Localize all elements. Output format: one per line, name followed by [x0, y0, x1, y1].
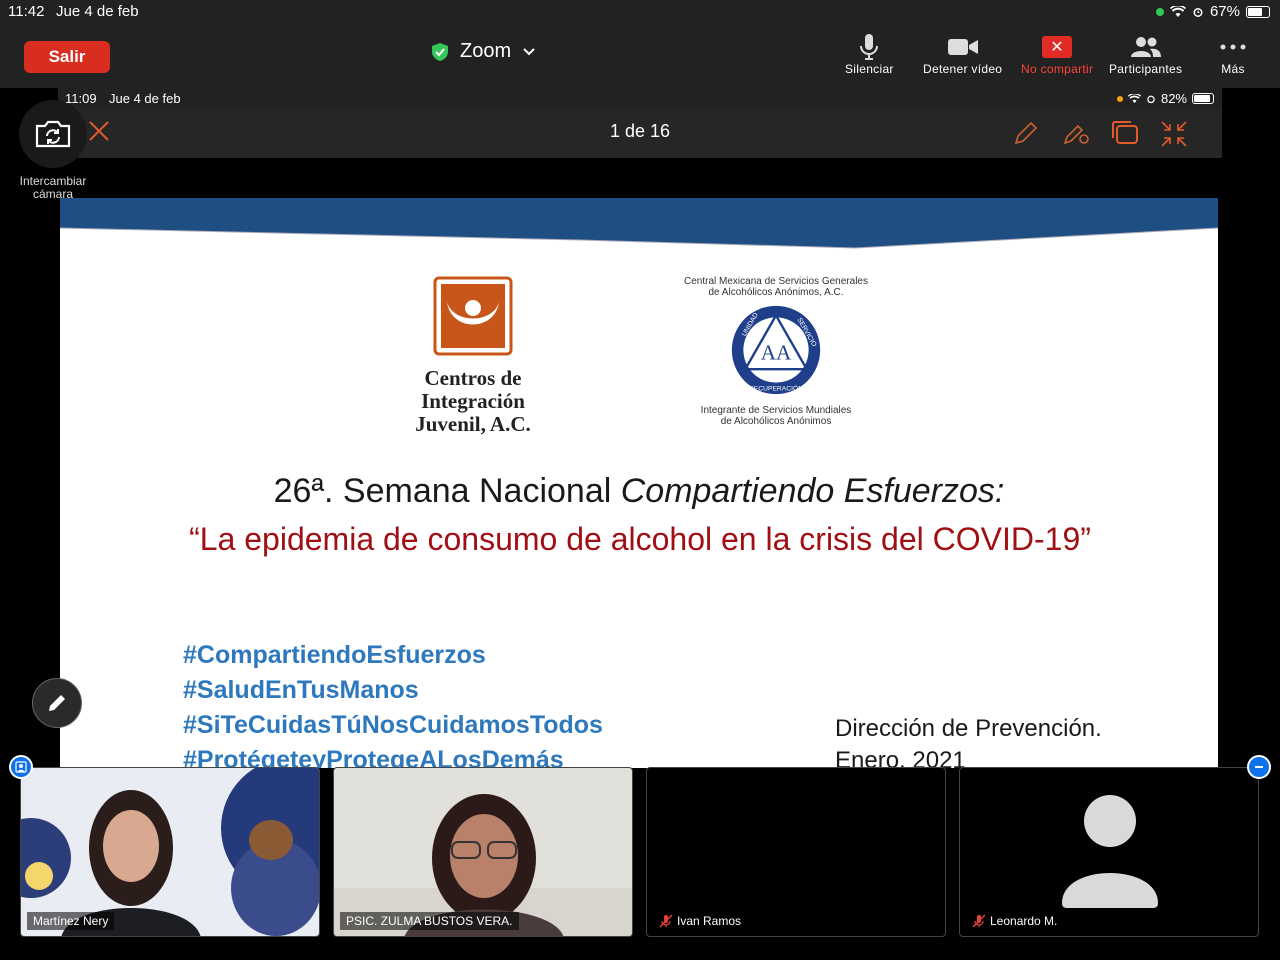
participant-name: Leonardo M.	[990, 914, 1058, 928]
shared-status-date: Jue 4 de feb	[109, 91, 181, 106]
page-indicator: 1 de 16	[609, 121, 671, 141]
battery-percent: 67%	[1209, 3, 1240, 20]
slide-credits: Dirección de Prevención. Enero, 2021	[835, 713, 1102, 768]
pin-video-button[interactable]	[9, 755, 33, 779]
alarm-icon	[1193, 7, 1203, 17]
participant-name: PSIC. ZULMA BUSTOS VERA.	[340, 912, 519, 930]
status-time: 11:42	[8, 3, 45, 20]
more-button[interactable]: Más	[1220, 32, 1246, 76]
shared-status-right: 82%	[1116, 91, 1214, 106]
shared-slide: Centros de Integración Juvenil, A.C. Cen…	[60, 198, 1218, 768]
stop-video-label: Detener vídeo	[923, 62, 1003, 76]
chevron-down-icon	[523, 47, 535, 55]
status-date: Jue 4 de feb	[56, 3, 139, 20]
alarm-icon	[1147, 95, 1155, 103]
stop-share-button[interactable]: ✕ No compartir	[1021, 32, 1093, 76]
participant-name: Martínez Nery	[27, 912, 115, 930]
stop-share-icon: ✕	[1042, 36, 1073, 58]
aa-emblem-icon: AA UNIDAD SERVICIO RECUPERACIÓN	[731, 305, 821, 395]
svg-text:AA: AA	[761, 341, 792, 365]
aa-bottom-line-1: Integrante de Servicios Mundiales	[700, 405, 852, 416]
microphone-icon	[860, 34, 879, 60]
hashtag-item: #CompartiendoEsfuerzos	[183, 641, 486, 669]
aa-ring-recovery: RECUPERACIÓN	[749, 383, 803, 392]
hashtag-item: #SiTeCuidasTúNosCuidamosTodos	[183, 711, 603, 739]
pencil-icon	[49, 695, 65, 711]
video-camera-icon	[947, 39, 978, 55]
camera-in-use-indicator	[1155, 7, 1164, 16]
cij-emblem-icon	[433, 276, 513, 356]
stop-video-button[interactable]: Detener vídeo	[923, 32, 1002, 76]
minimize-icon[interactable]	[1160, 120, 1188, 148]
annotate-button[interactable]	[32, 678, 82, 728]
participants-button[interactable]: Participantes	[1109, 32, 1182, 76]
collapse-gallery-button[interactable]	[1247, 755, 1271, 779]
aa-top-line-2: de Alcohólicos Anónimos, A.C.	[708, 287, 844, 298]
participant-tile[interactable]: Leonardo M.	[959, 767, 1259, 937]
camera-switch-icon	[35, 120, 71, 148]
meeting-title-dropdown[interactable]: Zoom	[432, 40, 535, 63]
muted-mic-icon	[972, 914, 986, 928]
aa-top-line-1: Central Mexicana de Servicios Generales	[684, 276, 868, 287]
status-bar: 11:42 Jue 4 de feb 67%	[0, 0, 1280, 24]
participant-tile[interactable]: Martínez Nery	[20, 767, 320, 937]
status-right: 67%	[1155, 3, 1270, 20]
cij-name-line-3: Juvenil, A.C.	[415, 412, 531, 436]
share-window-icon[interactable]	[1111, 120, 1139, 146]
participant-name: Ivan Ramos	[677, 914, 742, 928]
participants-label: Participantes	[1109, 62, 1183, 76]
mute-button[interactable]: Silenciar	[845, 32, 894, 76]
person-icon	[15, 761, 27, 773]
hashtag-list: #CompartiendoEsfuerzos #SaludEnTusManos …	[183, 638, 603, 768]
battery-icon	[1192, 93, 1214, 104]
aa-bottom-line-2: de Alcohólicos Anónimos	[720, 416, 832, 427]
cij-name-line-1: Centros de	[424, 366, 522, 390]
wifi-icon	[1127, 93, 1141, 103]
shared-battery-percent: 82%	[1160, 91, 1187, 106]
avatar	[1062, 795, 1158, 908]
hashtag-item: #SaludEnTusManos	[183, 676, 419, 704]
cij-name-line-2: Integración	[421, 389, 525, 413]
hashtag-item: #ProtégeteyProtegeALosDemás	[183, 746, 564, 768]
shield-icon	[432, 42, 448, 61]
credits-line-2: Enero, 2021	[835, 747, 966, 768]
credits-line-1: Dirección de Prevención.	[835, 715, 1102, 742]
cij-logo: Centros de Integración Juvenil, A.C.	[408, 276, 538, 436]
battery-icon	[1246, 5, 1270, 18]
participant-tile[interactable]: Ivan Ramos	[646, 767, 946, 937]
stop-share-label: No compartir	[1021, 62, 1094, 76]
muted-mic-icon	[659, 914, 673, 928]
meeting-toolbar: Salir Zoom Silenciar Detener vídeo ✕ No …	[0, 24, 1280, 88]
slide-header-band	[60, 198, 1218, 249]
participant-tile[interactable]: PSIC. ZULMA BUSTOS VERA.	[333, 767, 633, 937]
aa-logo: Central Mexicana de Servicios Generales …	[668, 276, 884, 427]
switch-camera-button[interactable]	[19, 100, 87, 168]
slide-title-italic: Compartiendo Esfuerzos:	[620, 472, 1005, 510]
minus-icon	[1255, 766, 1263, 768]
mic-in-use-indicator	[1116, 95, 1123, 102]
participant-name-bar: Ivan Ramos	[653, 912, 748, 930]
meeting-title: Zoom	[460, 40, 512, 62]
leave-button[interactable]: Salir	[24, 41, 110, 73]
wifi-icon	[1169, 5, 1186, 17]
slide-title-plain: 26ª. Semana Nacional	[273, 472, 621, 510]
slide-subtitle: “La epidemia de consumo de alcohol en la…	[189, 521, 1091, 557]
more-icon	[1220, 44, 1246, 50]
more-label: Más	[1221, 62, 1245, 76]
annotation-toolbar: 1 de 16	[58, 108, 1222, 158]
participant-name-bar: Leonardo M.	[966, 912, 1064, 930]
annotation-settings-icon[interactable]	[1063, 120, 1091, 146]
shared-status-bar: 11:09 Jue 4 de feb 82%	[58, 88, 1222, 108]
slide-title: 26ª. Semana Nacional Compartiendo Esfuer…	[60, 472, 1218, 511]
participants-icon	[1130, 37, 1161, 57]
mute-label: Silenciar	[845, 62, 894, 76]
pen-icon[interactable]	[1013, 120, 1039, 146]
